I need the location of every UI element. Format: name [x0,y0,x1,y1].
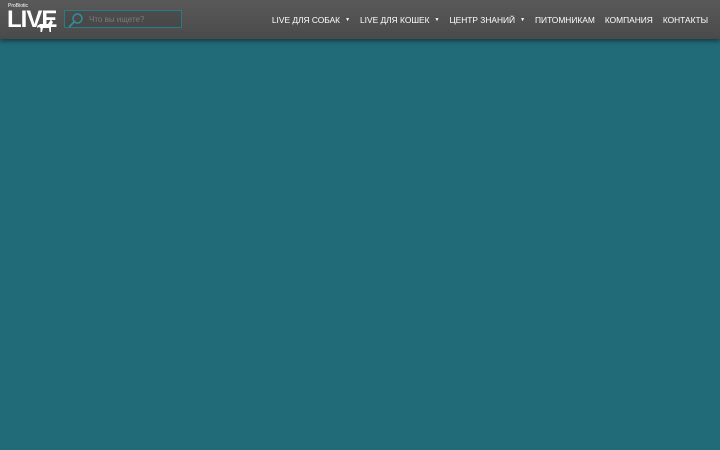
nav-item-contacts[interactable]: КОНТАКТЫ [663,15,708,25]
search-input[interactable] [89,12,179,26]
logo[interactable]: ProBiotic LIVE [7,3,57,34]
dog-silhouette-icon [37,19,53,32]
site-header: ProBiotic LIVE LIVE ДЛЯ СОБАК ▼ LIVE ДЛЯ… [0,0,720,39]
search-box [64,10,182,28]
nav-item-cats[interactable]: LIVE ДЛЯ КОШЕК ▼ [360,15,439,25]
nav-item-label: КОНТАКТЫ [662,14,708,25]
caret-down-icon: ▼ [520,16,526,23]
nav-item-kennels[interactable]: ПИТОМНИКАМ [535,15,595,25]
search-icon[interactable] [68,12,84,28]
nav-item-label: ПИТОМНИКАМ [535,14,595,25]
nav-item-company[interactable]: КОМПАНИЯ [605,15,653,25]
nav-item-dogs[interactable]: LIVE ДЛЯ СОБАК ▼ [272,15,350,25]
nav-item-label: LIVE ДЛЯ КОШЕК [360,14,430,25]
nav-item-label: ЦЕНТР ЗНАНИЙ [449,14,516,25]
nav-item-knowledge-center[interactable]: ЦЕНТР ЗНАНИЙ ▼ [449,15,525,25]
caret-down-icon: ▼ [434,16,440,23]
main-content [0,39,720,450]
nav-item-label: КОМПАНИЯ [604,14,653,25]
main-nav: LIVE ДЛЯ СОБАК ▼ LIVE ДЛЯ КОШЕК ▼ ЦЕНТР … [272,0,708,39]
nav-item-label: LIVE ДЛЯ СОБАК [271,14,341,25]
caret-down-icon: ▼ [345,16,351,23]
